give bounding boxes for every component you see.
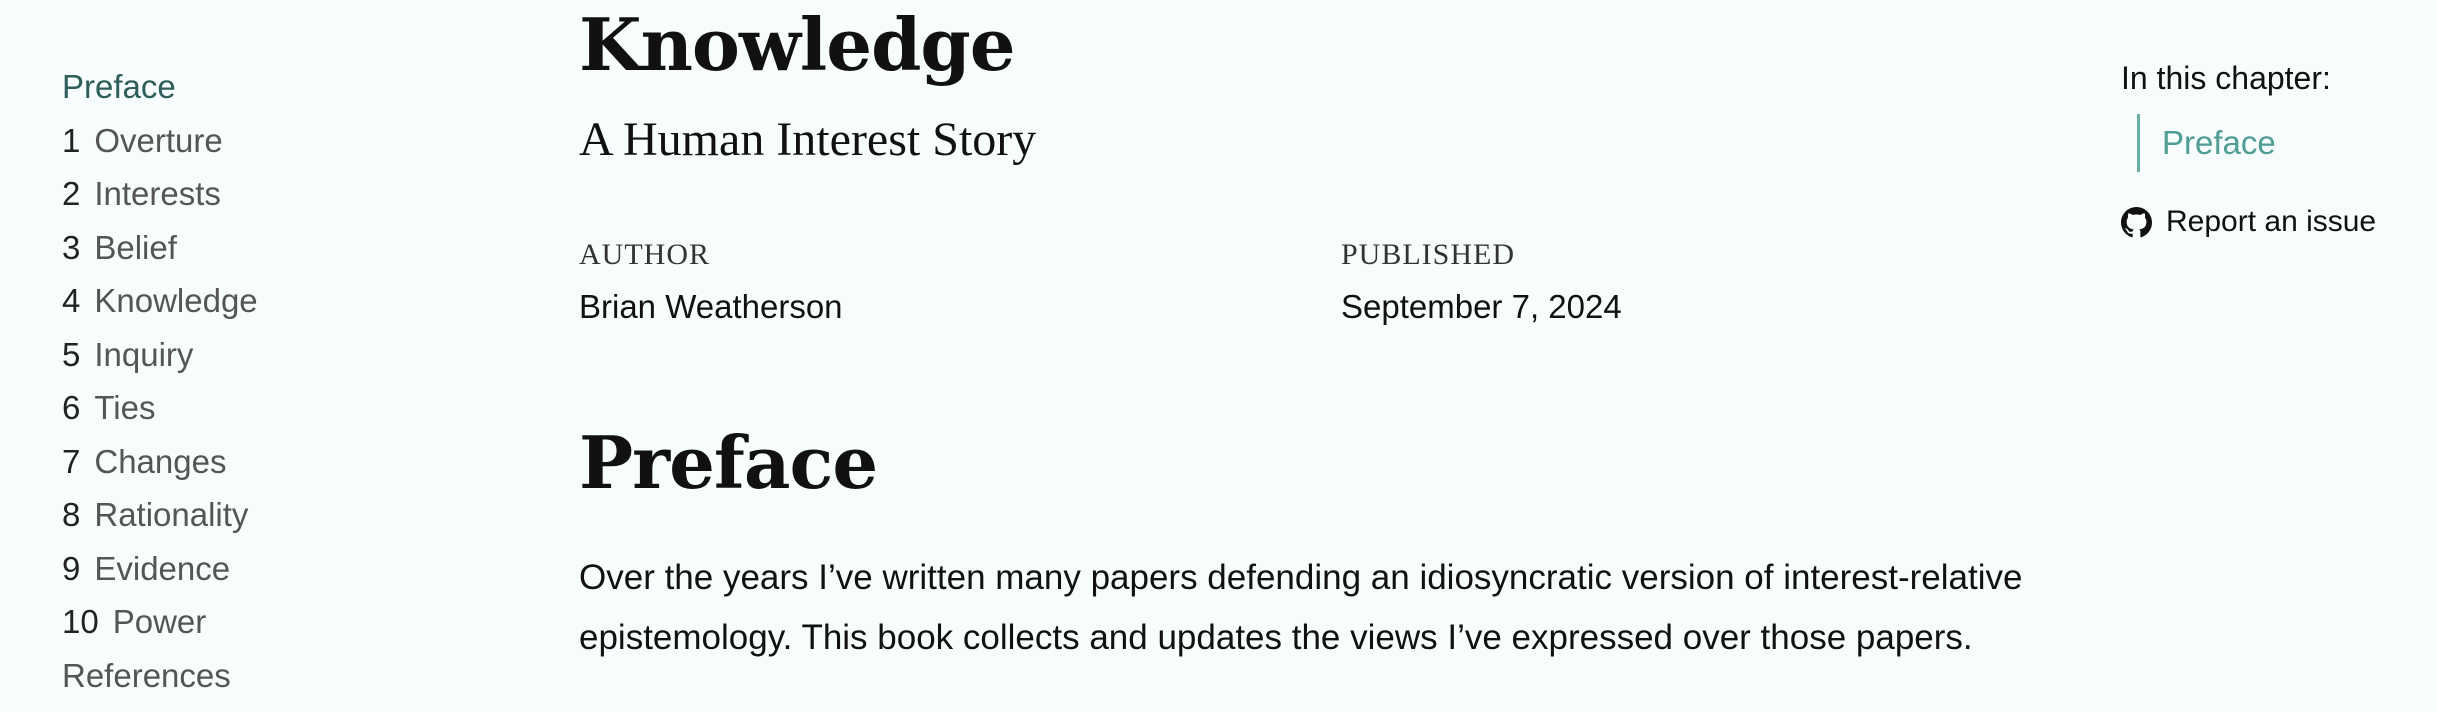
sidebar-item-ties[interactable]: 6 Ties: [62, 389, 482, 443]
sidebar-item-number: 2: [62, 175, 81, 212]
toc-title: In this chapter:: [2121, 60, 2331, 96]
sidebar-item-label: Changes: [94, 442, 227, 480]
sidebar-item-number: 8: [62, 496, 81, 533]
chapter-toc: In this chapter: Preface Report an issue: [2121, 60, 2421, 239]
sidebar-item-belief[interactable]: 3 Belief: [62, 229, 482, 283]
book-title: Knowledge: [579, 2, 1016, 87]
sidebar-item-number: 7: [62, 442, 81, 480]
toc-link-preface[interactable]: Preface: [2162, 114, 2421, 172]
sidebar-item-number: 10: [62, 603, 99, 640]
sidebar-item-number: 4: [62, 282, 81, 319]
sidebar-item-inquiry[interactable]: 5 Inquiry: [62, 336, 482, 390]
sidebar-item-references[interactable]: References: [62, 657, 482, 711]
sidebar-item-label: Knowledge: [94, 282, 258, 319]
sidebar-item-power[interactable]: 10 Power: [62, 603, 482, 657]
sidebar-nav: Preface 1 Overture 2 Interests 3 Belief …: [62, 68, 482, 710]
sidebar-item-label: Evidence: [94, 549, 231, 587]
section-heading: Preface: [579, 420, 878, 505]
sidebar-item-label: References: [62, 656, 231, 694]
sidebar-item-number: 5: [62, 335, 81, 373]
sidebar-item-label: Overture: [94, 121, 223, 159]
sidebar-item-label: Ties: [94, 389, 156, 426]
sidebar-item-label: Rationality: [94, 496, 249, 533]
book-subtitle: A Human Interest Story: [579, 113, 1037, 166]
published-date: September 7, 2024: [1341, 288, 1622, 325]
sidebar-item-interests[interactable]: 2 Interests: [62, 175, 482, 229]
toc-list: Preface: [2137, 114, 2421, 172]
sidebar-item-number: 3: [62, 228, 81, 266]
sidebar-item-label: Preface: [62, 68, 176, 105]
sidebar-item-knowledge[interactable]: 4 Knowledge: [62, 282, 482, 336]
sidebar-item-evidence[interactable]: 9 Evidence: [62, 550, 482, 604]
author-label: AUTHOR: [579, 238, 710, 271]
sidebar-item-number: 1: [62, 121, 81, 159]
sidebar-item-label: Power: [112, 603, 207, 640]
sidebar-item-changes[interactable]: 7 Changes: [62, 443, 482, 497]
published-label: PUBLISHED: [1341, 238, 1516, 271]
sidebar-item-number: 9: [62, 549, 81, 587]
sidebar-item-preface[interactable]: Preface: [62, 68, 482, 122]
sidebar-item-rationality[interactable]: 8 Rationality: [62, 496, 482, 550]
sidebar-item-label: Inquiry: [94, 335, 194, 373]
sidebar-item-label: Interests: [94, 175, 221, 212]
preface-paragraph: Over the years I’ve written many papers …: [579, 558, 2023, 657]
report-issue-link[interactable]: Report an issue: [2121, 205, 2421, 239]
sidebar-item-label: Belief: [94, 228, 177, 266]
sidebar-item-number: 6: [62, 389, 81, 426]
report-issue-label: Report an issue: [2166, 205, 2377, 238]
author-name: Brian Weatherson: [579, 288, 843, 325]
sidebar-item-overture[interactable]: 1 Overture: [62, 122, 482, 176]
github-icon: [2121, 206, 2152, 237]
